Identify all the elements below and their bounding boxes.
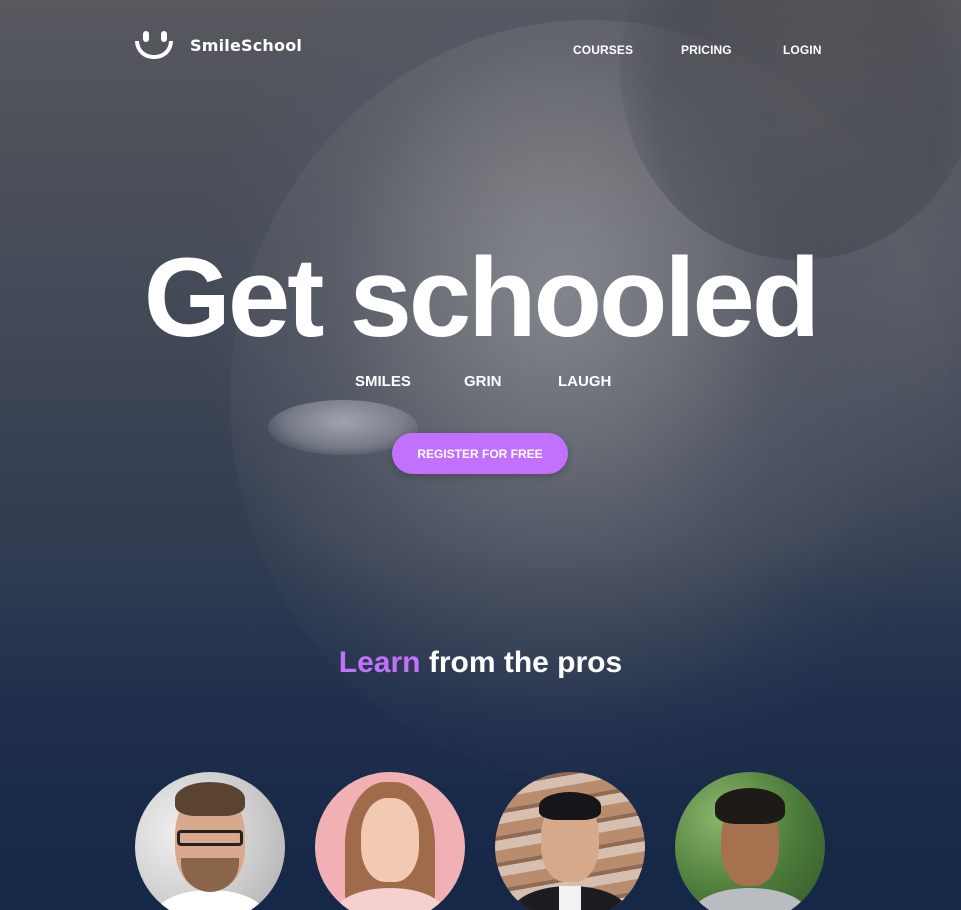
- nav-courses-link[interactable]: COURSES: [573, 43, 633, 57]
- brand-name: SmileSchool: [190, 35, 303, 55]
- brand-logo[interactable]: SmileSchool: [134, 28, 302, 62]
- hero-tag-smiles: SMILES: [355, 373, 411, 390]
- instructor-avatar-3[interactable]: [495, 772, 645, 910]
- instructor-avatar-4[interactable]: [675, 772, 825, 910]
- smile-logo-icon: [134, 28, 176, 62]
- hero-tag-grin: GRIN: [464, 373, 502, 390]
- section-title-rest: from the pros: [420, 646, 623, 679]
- register-button[interactable]: REGISTER FOR FREE: [392, 433, 568, 474]
- instructor-avatar-2[interactable]: [315, 772, 465, 910]
- nav-pricing-link[interactable]: PRICING: [681, 43, 732, 57]
- site-header: SmileSchool COURSES PRICING LOGIN: [0, 0, 961, 90]
- section-title: Learn from the pros: [0, 643, 961, 683]
- hero-headline: Get schooled: [143, 235, 820, 360]
- hero-tag-laugh: LAUGH: [558, 373, 612, 390]
- section-title-accent: Learn: [338, 646, 421, 679]
- nav-login-link[interactable]: LOGIN: [783, 43, 822, 57]
- instructor-avatar-1[interactable]: [135, 772, 285, 910]
